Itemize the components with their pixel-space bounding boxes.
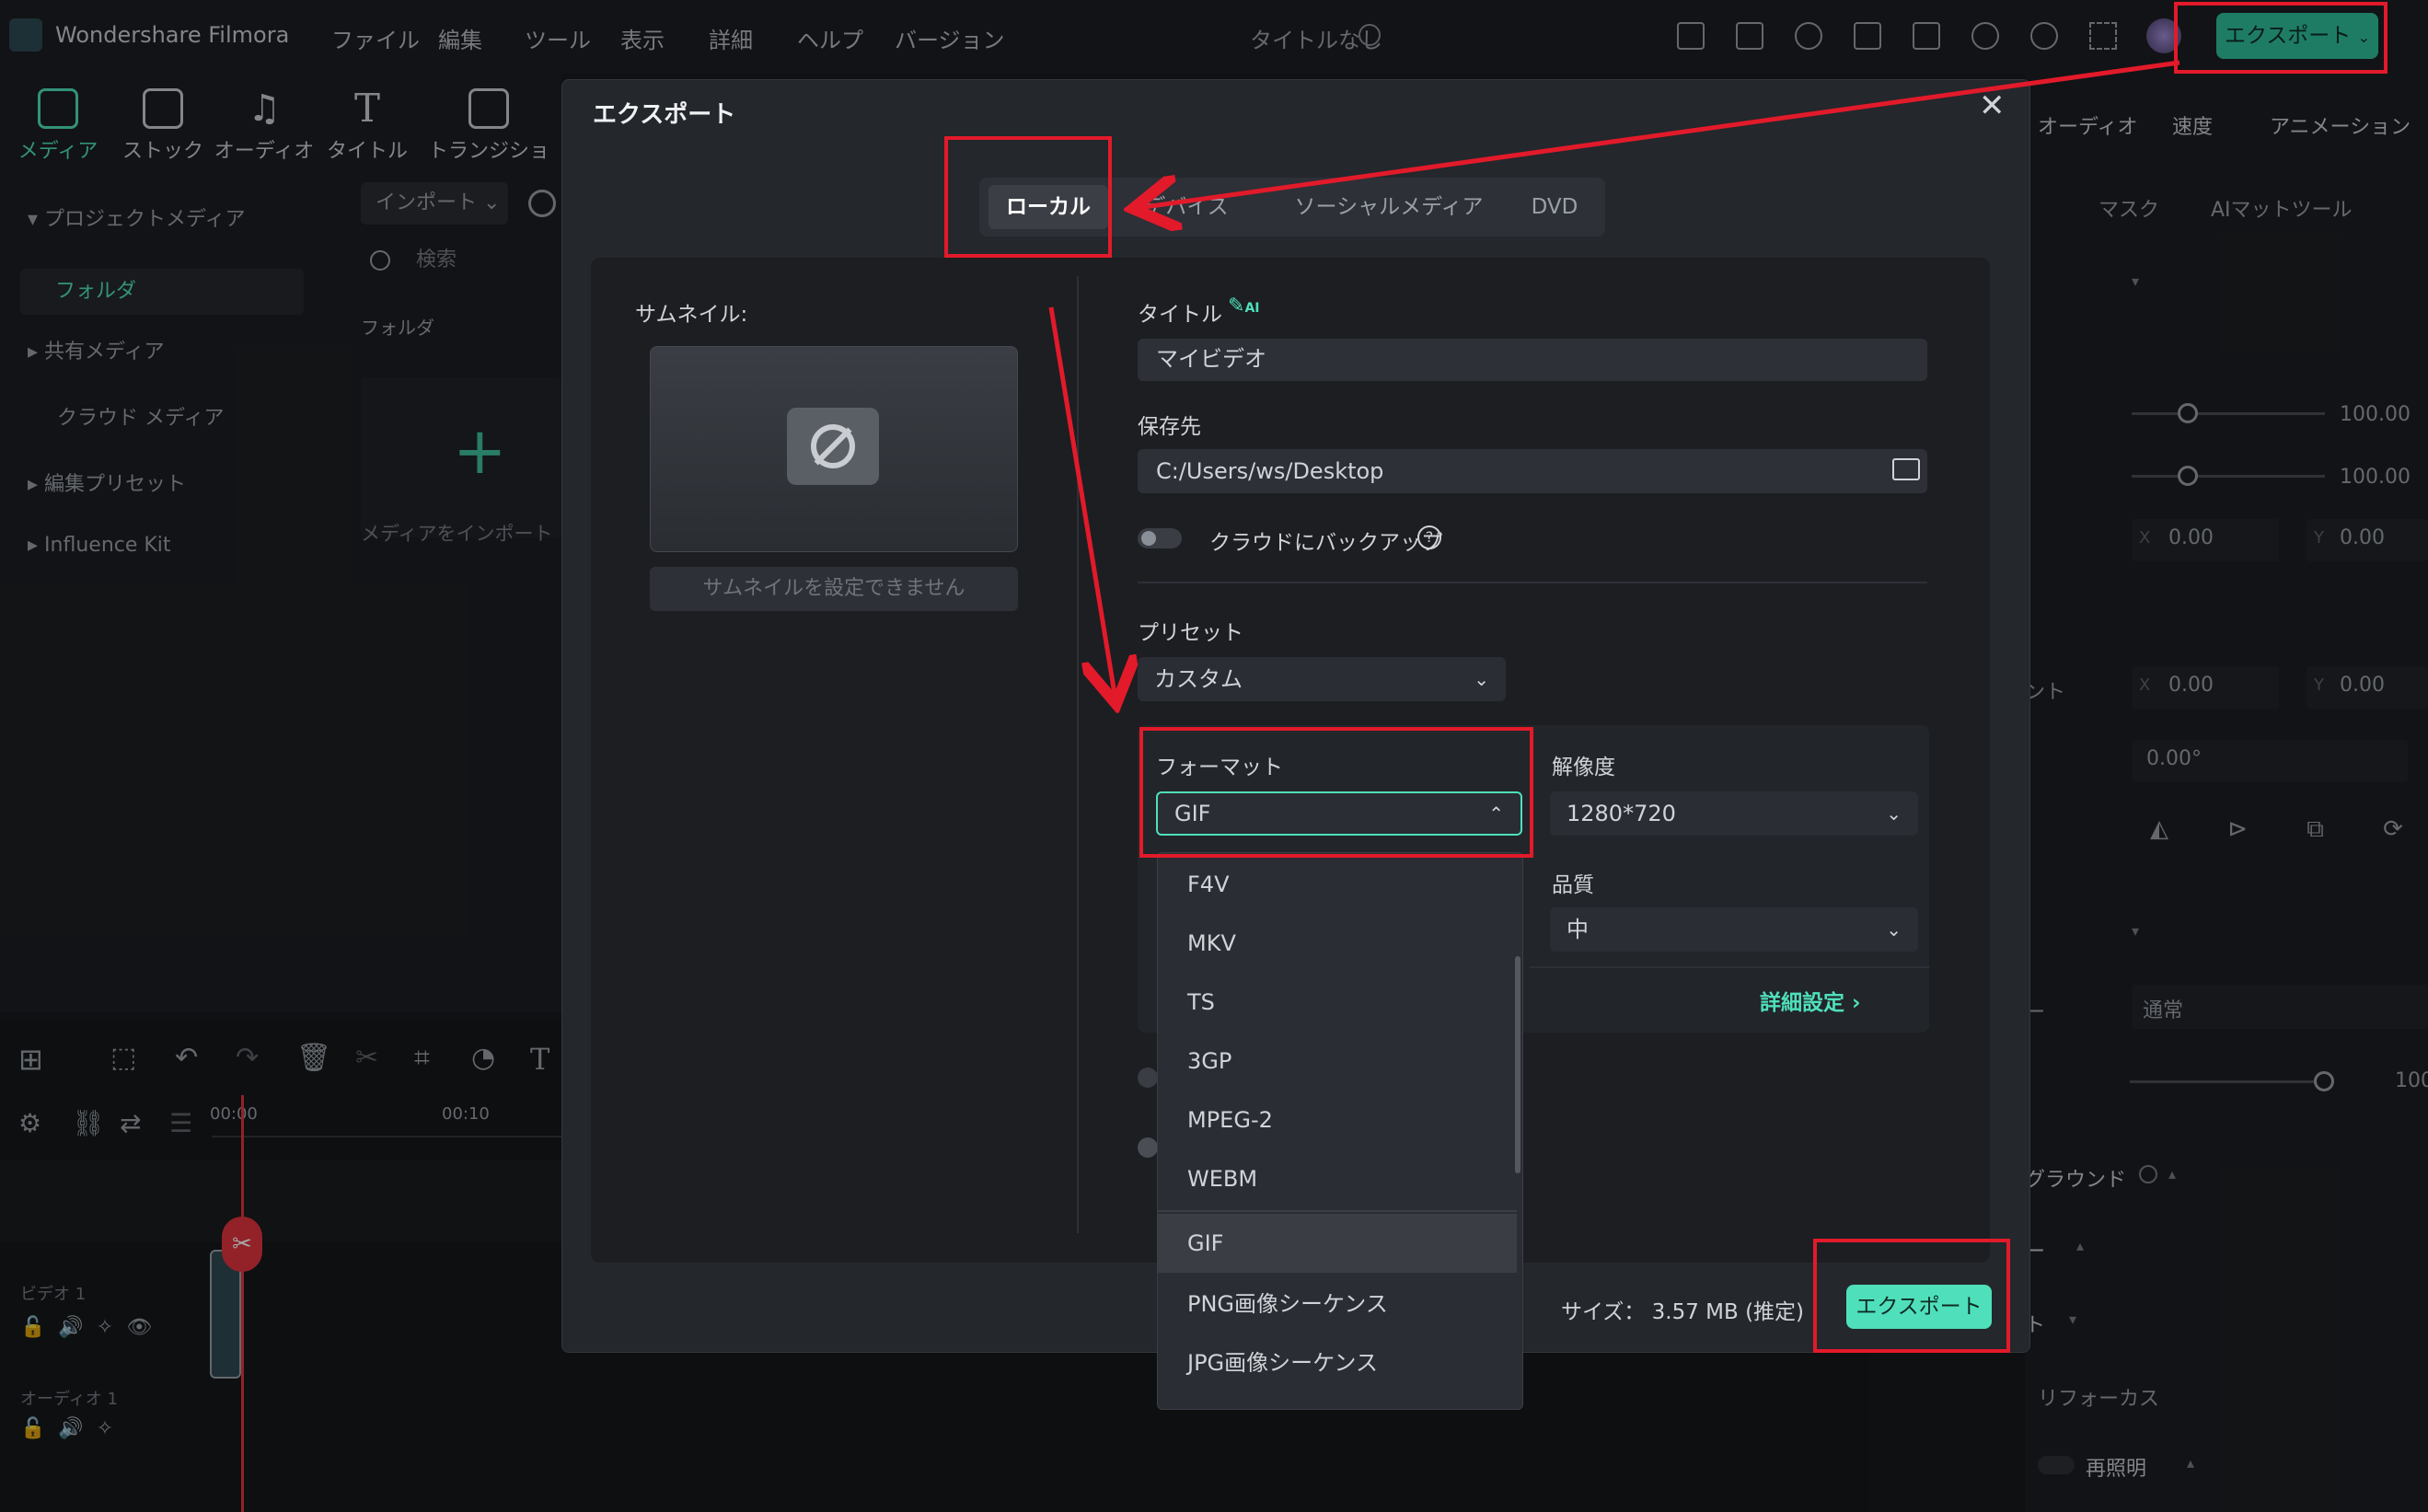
annotation-arrows (1048, 60, 2180, 1512)
